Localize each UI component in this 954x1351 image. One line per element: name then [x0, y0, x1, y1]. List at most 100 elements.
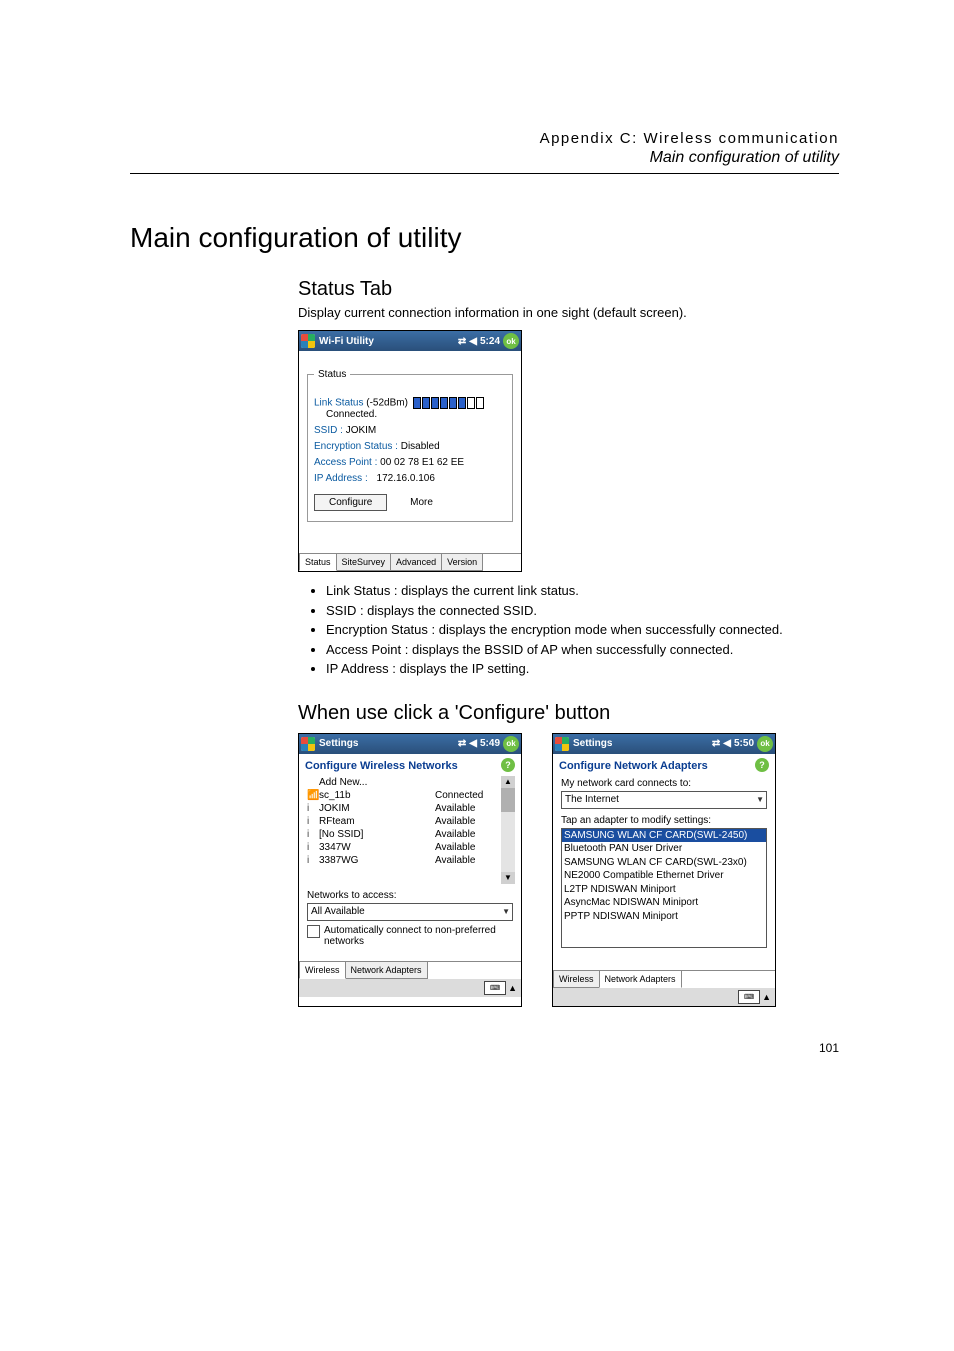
tab-sitesurvey[interactable]: SiteSurvey: [336, 554, 392, 571]
header-subtitle: Main configuration of utility: [130, 149, 839, 167]
tap-adapter-label: Tap an adapter to modify settings:: [561, 815, 767, 826]
start-flag-icon[interactable]: [555, 737, 569, 751]
status-frame: Status Link Status (-52dBm) Connected. S…: [307, 369, 513, 522]
bullet-item: SSID : displays the connected SSID.: [326, 602, 839, 620]
networks-to-access-dropdown[interactable]: All Available: [307, 903, 513, 921]
checkbox-icon: [307, 925, 320, 938]
sip-bar: ⌨ ▲: [553, 988, 775, 1006]
clock: 5:50: [734, 738, 754, 749]
ssid-value: JOKIM: [346, 425, 377, 436]
connects-to-label: My network card connects to:: [561, 778, 767, 789]
configure-heading: When use click a 'Configure' button: [298, 702, 839, 725]
signal-dbm: (-52dBm): [366, 398, 408, 409]
tab-wireless[interactable]: Wireless: [299, 962, 346, 979]
connects-to-dropdown[interactable]: The Internet: [561, 791, 767, 809]
adapter-list[interactable]: SAMSUNG WLAN CF CARD(SWL-2450) Bluetooth…: [561, 828, 767, 948]
list-item[interactable]: AsyncMac NDISWAN Miniport: [562, 896, 766, 910]
list-item[interactable]: Bluetooth PAN User Driver: [562, 842, 766, 856]
list-item[interactable]: Add New...: [305, 776, 501, 789]
section-title: Configure Wireless Networks: [299, 754, 521, 774]
ok-button[interactable]: ok: [503, 736, 519, 752]
window-title: Settings: [573, 738, 712, 749]
ip-value: 172.16.0.106: [377, 473, 435, 484]
bullet-item: IP Address : displays the IP setting.: [326, 660, 839, 678]
tab-status[interactable]: Status: [299, 554, 337, 571]
network-list[interactable]: ▲ ▼ Add New... 📶sc_11bConnected iJOKIMAv…: [305, 776, 515, 884]
bullet-item: Access Point : displays the BSSID of AP …: [326, 641, 839, 659]
link-status-label: Link Status: [314, 398, 363, 409]
connectivity-icon[interactable]: ⇄: [712, 738, 720, 749]
status-tab-heading: Status Tab: [298, 278, 839, 301]
encryption-value: Disabled: [401, 441, 440, 452]
list-item[interactable]: iJOKIMAvailable: [305, 802, 501, 815]
keyboard-icon[interactable]: ⌨: [738, 990, 760, 1004]
window-title: Settings: [319, 738, 458, 749]
network-icon: i: [307, 803, 319, 814]
encryption-label: Encryption Status :: [314, 441, 398, 452]
scroll-up-button[interactable]: ▲: [501, 776, 515, 788]
start-flag-icon[interactable]: [301, 334, 315, 348]
sip-up-icon[interactable]: ▲: [762, 992, 771, 1002]
signal-bars-icon: [413, 397, 484, 409]
network-icon: i: [307, 855, 319, 866]
scroll-thumb[interactable]: [501, 788, 515, 812]
list-item[interactable]: i3347WAvailable: [305, 841, 501, 854]
speaker-icon[interactable]: ◀: [723, 738, 731, 749]
ap-value: 00 02 78 E1 62 EE: [380, 457, 464, 468]
network-icon: [307, 777, 319, 788]
speaker-icon[interactable]: ◀: [469, 336, 477, 347]
network-icon: 📶: [307, 790, 319, 801]
configure-button[interactable]: Configure: [314, 494, 387, 511]
list-item[interactable]: SAMSUNG WLAN CF CARD(SWL-2450): [562, 829, 766, 843]
list-item[interactable]: iRFteamAvailable: [305, 815, 501, 828]
window-title: Wi-Fi Utility: [319, 336, 458, 347]
status-legend: Status: [314, 369, 350, 380]
running-header: Appendix C: Wireless communication Main …: [130, 130, 839, 174]
screenshot-network-adapters: Settings ⇄ ◀ 5:50 ok ? Configure Network…: [552, 733, 776, 1007]
list-item[interactable]: 📶sc_11bConnected: [305, 789, 501, 802]
networks-to-access-label: Networks to access:: [307, 890, 513, 901]
list-item[interactable]: i[No SSID]Available: [305, 828, 501, 841]
status-bullets: Link Status : displays the current link …: [298, 582, 839, 678]
ok-button[interactable]: ok: [503, 333, 519, 349]
list-item[interactable]: NE2000 Compatible Ethernet Driver: [562, 869, 766, 883]
tab-wireless[interactable]: Wireless: [553, 971, 600, 988]
ap-label: Access Point :: [314, 457, 377, 468]
list-item[interactable]: PPTP NDISWAN Miniport: [562, 910, 766, 924]
help-icon[interactable]: ?: [501, 758, 515, 772]
connected-text: Connected.: [326, 409, 506, 420]
auto-connect-checkbox[interactable]: Automatically connect to non-preferred n…: [307, 925, 513, 947]
sip-bar: ⌨ ▲: [299, 979, 521, 997]
keyboard-icon[interactable]: ⌨: [484, 981, 506, 995]
tab-advanced[interactable]: Advanced: [390, 554, 442, 571]
clock: 5:49: [480, 738, 500, 749]
help-icon[interactable]: ?: [755, 758, 769, 772]
more-button[interactable]: More: [396, 495, 447, 510]
section-title: Configure Network Adapters: [553, 754, 775, 774]
list-item[interactable]: SAMSUNG WLAN CF CARD(SWL-23x0): [562, 856, 766, 870]
network-icon: i: [307, 829, 319, 840]
screenshot-wireless-settings: Settings ⇄ ◀ 5:49 ok ? Configure Wireles…: [298, 733, 522, 1007]
tab-network-adapters[interactable]: Network Adapters: [345, 962, 428, 979]
page-title: Main configuration of utility: [130, 222, 839, 254]
list-item[interactable]: i3387WGAvailable: [305, 854, 501, 867]
ok-button[interactable]: ok: [757, 736, 773, 752]
list-item[interactable]: L2TP NDISWAN Miniport: [562, 883, 766, 897]
screenshot-wifi-utility: Wi-Fi Utility ⇄ ◀ 5:24 ok Status Link St…: [298, 330, 522, 572]
status-tab-lead: Display current connection information i…: [298, 305, 839, 320]
bullet-item: Link Status : displays the current link …: [326, 582, 839, 600]
connectivity-icon[interactable]: ⇄: [458, 738, 466, 749]
bullet-item: Encryption Status : displays the encrypt…: [326, 621, 839, 639]
tab-network-adapters[interactable]: Network Adapters: [599, 971, 682, 988]
tab-version[interactable]: Version: [441, 554, 483, 571]
sip-up-icon[interactable]: ▲: [508, 983, 517, 993]
connectivity-icon[interactable]: ⇄: [458, 336, 466, 347]
network-icon: i: [307, 816, 319, 827]
appendix-title: Appendix C: Wireless communication: [130, 130, 839, 147]
page-number: 101: [130, 1041, 839, 1055]
clock: 5:24: [480, 336, 500, 347]
speaker-icon[interactable]: ◀: [469, 738, 477, 749]
ip-label: IP Address :: [314, 473, 368, 484]
scroll-down-button[interactable]: ▼: [501, 872, 515, 884]
start-flag-icon[interactable]: [301, 737, 315, 751]
